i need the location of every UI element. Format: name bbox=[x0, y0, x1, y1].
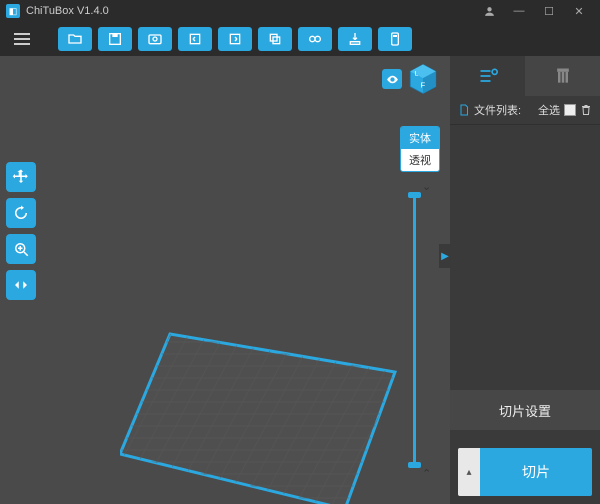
view-eye-button[interactable] bbox=[382, 69, 402, 89]
rotate-tool[interactable] bbox=[6, 198, 36, 228]
close-button[interactable]: ✕ bbox=[564, 0, 594, 22]
slice-button[interactable]: 切片 bbox=[480, 448, 592, 496]
viewport-3d[interactable]: L F 实体 透视 ⌄ ⌃ ▶ bbox=[0, 56, 450, 504]
list-settings-tab[interactable] bbox=[450, 56, 525, 96]
slice-settings-button[interactable]: 切片设置 bbox=[450, 390, 600, 430]
slider-handle-top[interactable] bbox=[408, 192, 421, 198]
slice-expand-button[interactable]: ▴ bbox=[458, 448, 480, 496]
view-solid-button[interactable]: 实体 bbox=[401, 127, 439, 149]
undo-button[interactable] bbox=[178, 27, 212, 51]
app-title: ChiTuBox V1.4.0 bbox=[26, 5, 109, 17]
select-all-label: 全选 bbox=[538, 102, 560, 118]
support-tab[interactable] bbox=[525, 56, 600, 96]
file-list-header: 文件列表: 全选 bbox=[450, 96, 600, 125]
hollow-button[interactable] bbox=[298, 27, 332, 51]
open-button[interactable] bbox=[58, 27, 92, 51]
layer-slider[interactable]: ⌄ ⌃ bbox=[404, 180, 424, 480]
right-panel: 文件列表: 全选 切片设置 ▴ 切片 bbox=[450, 56, 600, 504]
mirror-tool[interactable] bbox=[6, 270, 36, 300]
file-list-label: 文件列表: bbox=[474, 102, 521, 118]
panel-collapse-button[interactable]: ▶ bbox=[439, 244, 450, 268]
move-tool[interactable] bbox=[6, 162, 36, 192]
app-icon: ◧ bbox=[6, 4, 20, 18]
titlebar: ◧ ChiTuBox V1.4.0 — ☐ ✕ bbox=[0, 0, 600, 22]
chevron-down-icon[interactable]: ⌄ bbox=[422, 180, 431, 193]
chevron-up-icon[interactable]: ⌃ bbox=[422, 467, 431, 480]
view-perspective-button[interactable]: 透视 bbox=[401, 149, 439, 171]
cube-front-label: F bbox=[420, 81, 425, 90]
trash-icon[interactable] bbox=[580, 103, 592, 117]
file-list-body bbox=[450, 125, 600, 390]
file-icon bbox=[458, 103, 470, 117]
minimize-button[interactable]: — bbox=[504, 0, 534, 22]
top-toolbar bbox=[0, 22, 600, 56]
view-cube-container: L F bbox=[382, 62, 440, 96]
select-all-checkbox[interactable] bbox=[564, 104, 576, 116]
panel-tabs bbox=[450, 56, 600, 96]
dig-hole-button[interactable] bbox=[338, 27, 372, 51]
save-button[interactable] bbox=[98, 27, 132, 51]
maximize-button[interactable]: ☐ bbox=[534, 0, 564, 22]
view-mode-toggle: 实体 透视 bbox=[400, 126, 440, 172]
slice-row: ▴ 切片 bbox=[458, 448, 592, 496]
cube-top-label: L bbox=[415, 71, 419, 78]
view-cube[interactable]: L F bbox=[406, 62, 440, 96]
redo-button[interactable] bbox=[218, 27, 252, 51]
screenshot-button[interactable] bbox=[138, 27, 172, 51]
scale-tool[interactable] bbox=[6, 234, 36, 264]
build-platform bbox=[120, 294, 410, 504]
user-icon[interactable] bbox=[474, 0, 504, 22]
transform-tools bbox=[6, 162, 36, 300]
repair-button[interactable] bbox=[378, 27, 412, 51]
copy-button[interactable] bbox=[258, 27, 292, 51]
menu-button[interactable] bbox=[8, 26, 36, 52]
slider-handle-bottom[interactable] bbox=[408, 462, 421, 468]
